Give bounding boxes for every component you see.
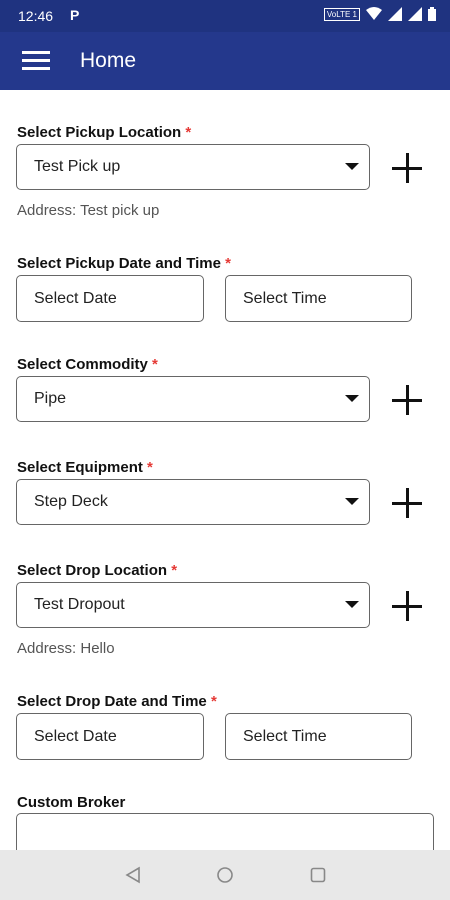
dropdown-caret-icon bbox=[345, 395, 359, 402]
battery-icon bbox=[428, 7, 436, 21]
recents-icon[interactable] bbox=[309, 866, 327, 884]
equipment-value: Step Deck bbox=[34, 493, 108, 510]
status-bar: 12:46 P VoLTE 1 bbox=[0, 0, 450, 32]
menu-icon[interactable] bbox=[22, 51, 50, 71]
pickup-date-placeholder: Select Date bbox=[34, 289, 117, 307]
status-icons: VoLTE 1 bbox=[323, 7, 436, 21]
commodity-dropdown[interactable]: Pipe bbox=[16, 376, 370, 422]
add-equipment-icon[interactable] bbox=[390, 486, 424, 520]
status-time: 12:46 bbox=[18, 8, 54, 24]
notification-icon: P bbox=[70, 7, 80, 23]
custom-broker-input[interactable] bbox=[16, 813, 434, 850]
commodity-value: Pipe bbox=[34, 390, 67, 407]
pickup-time-placeholder: Select Time bbox=[243, 289, 327, 307]
custom-broker-label: Custom Broker bbox=[17, 794, 126, 811]
equipment-label: Select Equipment * bbox=[17, 459, 153, 476]
drop-date-placeholder: Select Date bbox=[34, 727, 117, 745]
pickup-date-field[interactable]: Select Date bbox=[16, 275, 204, 322]
signal-icon bbox=[388, 7, 402, 21]
page-title: Home bbox=[80, 49, 137, 72]
drop-time-field[interactable]: Select Time bbox=[225, 713, 412, 760]
dropdown-caret-icon bbox=[345, 498, 359, 505]
booking-form: Select Pickup Location * Test Pick up Ad… bbox=[0, 90, 450, 850]
drop-date-field[interactable]: Select Date bbox=[16, 713, 204, 760]
volte-badge: VoLTE 1 bbox=[323, 7, 360, 21]
add-pickup-location-icon[interactable] bbox=[390, 151, 424, 185]
wifi-icon bbox=[366, 7, 382, 20]
commodity-label: Select Commodity * bbox=[17, 356, 158, 373]
pickup-location-value: Test Pick up bbox=[34, 158, 121, 175]
drop-location-dropdown[interactable]: Test Dropout bbox=[16, 582, 370, 628]
drop-datetime-label: Select Drop Date and Time * bbox=[17, 693, 217, 710]
pickup-address: Address: Test pick up bbox=[17, 202, 160, 219]
drop-location-label: Select Drop Location * bbox=[17, 562, 178, 579]
pickup-time-field[interactable]: Select Time bbox=[225, 275, 412, 322]
dropdown-caret-icon bbox=[345, 601, 359, 608]
add-drop-location-icon[interactable] bbox=[390, 589, 424, 623]
drop-address: Address: Hello bbox=[17, 640, 115, 657]
add-commodity-icon[interactable] bbox=[390, 383, 424, 417]
home-icon[interactable] bbox=[216, 866, 234, 884]
system-nav-bar bbox=[0, 850, 450, 900]
app-bar: Home bbox=[0, 32, 450, 90]
signal-icon-2 bbox=[408, 7, 422, 21]
pickup-datetime-label: Select Pickup Date and Time * bbox=[17, 255, 231, 272]
pickup-location-label: Select Pickup Location * bbox=[17, 124, 192, 141]
dropdown-caret-icon bbox=[345, 163, 359, 170]
drop-location-value: Test Dropout bbox=[34, 596, 125, 613]
drop-time-placeholder: Select Time bbox=[243, 727, 327, 745]
equipment-dropdown[interactable]: Step Deck bbox=[16, 479, 370, 525]
back-icon[interactable] bbox=[124, 866, 142, 884]
pickup-location-dropdown[interactable]: Test Pick up bbox=[16, 144, 370, 190]
